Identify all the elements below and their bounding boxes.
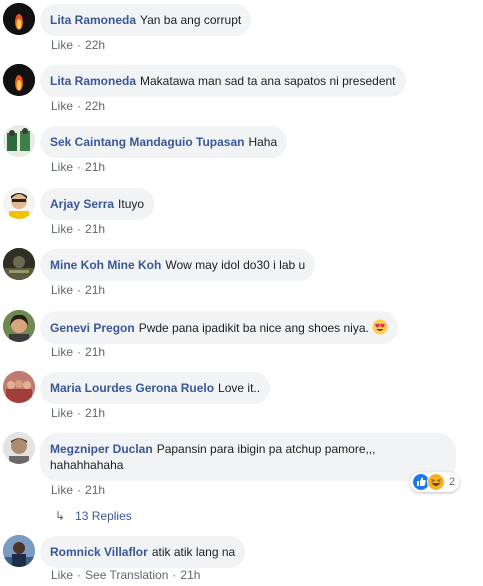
comment-time[interactable]: 21h: [180, 568, 200, 582]
comment-meta: Like · 22h: [51, 38, 106, 52]
reply-arrow-icon: ↳: [55, 509, 66, 523]
comment-meta: Like · 21h: [51, 160, 106, 174]
like-link[interactable]: Like: [51, 483, 73, 497]
replies-count[interactable]: 13 Replies: [75, 509, 132, 523]
avatar[interactable]: [3, 535, 35, 567]
comment-time[interactable]: 22h: [85, 99, 105, 113]
like-link[interactable]: Like: [51, 568, 73, 582]
comment-author[interactable]: Lita Ramoneda: [50, 13, 136, 27]
comment-author[interactable]: Lita Ramoneda: [50, 74, 136, 88]
comment-bubble: Arjay Serra Ituyo: [40, 188, 155, 220]
like-link[interactable]: Like: [51, 283, 73, 297]
comment-bubble: Megzniper Duclan Papansin para ibigin pa …: [40, 433, 456, 481]
avatar[interactable]: [3, 310, 35, 342]
comment-author[interactable]: Megzniper Duclan: [50, 442, 153, 456]
comment-time[interactable]: 21h: [85, 222, 105, 236]
comment-author[interactable]: Romnick Villaflor: [50, 545, 148, 559]
see-translation-link[interactable]: See Translation: [85, 568, 168, 582]
comment-meta: Like · 21h: [51, 222, 106, 236]
comment-text: Wow may idol do30 i lab u: [165, 258, 306, 272]
comment-text: Haha: [248, 135, 278, 149]
comment-author[interactable]: Mine Koh Mine Koh: [50, 258, 161, 272]
comment-bubble: Romnick Villaflor atik atik lang na: [40, 536, 246, 568]
comment-text: Ituyo: [118, 197, 145, 211]
comment-text: Yan ba ang corrupt: [140, 13, 242, 27]
comment-time[interactable]: 22h: [85, 38, 105, 52]
heart-eyes-emoji-icon: [372, 319, 388, 335]
comment-bubble: Maria Lourdes Gerona Ruelo Love it..: [40, 372, 271, 404]
avatar[interactable]: [3, 432, 35, 464]
comment-meta: Like · 21h: [51, 345, 106, 359]
like-link[interactable]: Like: [51, 222, 73, 236]
avatar[interactable]: [3, 125, 35, 157]
comment-meta: Like · 21h: [51, 283, 106, 297]
comment-text: Makatawa man sad ta ana sapatos ni prese…: [140, 74, 396, 88]
comment-meta: Like · See Translation · 21h: [51, 568, 201, 582]
like-link[interactable]: Like: [51, 406, 73, 420]
avatar[interactable]: [3, 3, 35, 35]
comment-meta: Like · 22h: [51, 99, 106, 113]
like-link[interactable]: Like: [51, 345, 73, 359]
comment-time[interactable]: 21h: [85, 160, 105, 174]
comment-bubble: Sek Caintang Mandaguio Tupasan Haha: [40, 126, 288, 158]
avatar[interactable]: [3, 187, 35, 219]
comment-author[interactable]: Arjay Serra: [50, 197, 114, 211]
haha-reaction-icon: [427, 473, 445, 491]
comment-bubble: Lita Ramoneda Yan ba ang corrupt: [40, 4, 252, 36]
comment-bubble: Mine Koh Mine Koh Wow may idol do30 i lab…: [40, 249, 316, 281]
comment-author[interactable]: Maria Lourdes Gerona Ruelo: [50, 381, 214, 395]
view-replies-link[interactable]: ↳ 13 Replies: [55, 509, 132, 523]
comment-meta: Like · 21h: [51, 406, 106, 420]
comment-time[interactable]: 21h: [85, 283, 105, 297]
like-link[interactable]: Like: [51, 160, 73, 174]
comment-text: atik atik lang na: [151, 545, 236, 559]
comment-time[interactable]: 21h: [85, 483, 105, 497]
comment-bubble: Genevi Pregon Pwde pana ipadikit ba nice …: [40, 311, 398, 344]
comment-time[interactable]: 21h: [85, 345, 105, 359]
comment-author[interactable]: Genevi Pregon: [50, 321, 135, 335]
like-link[interactable]: Like: [51, 99, 73, 113]
like-link[interactable]: Like: [51, 38, 73, 52]
reaction-count[interactable]: 2: [449, 476, 455, 488]
avatar[interactable]: [3, 371, 35, 403]
comment-meta: Like · 21h: [51, 483, 106, 497]
comment-bubble: Lita Ramoneda Makatawa man sad ta ana sap…: [40, 65, 406, 97]
comment-time[interactable]: 21h: [85, 406, 105, 420]
reaction-summary[interactable]: 2: [410, 472, 460, 492]
avatar[interactable]: [3, 64, 35, 96]
comment-author[interactable]: Sek Caintang Mandaguio Tupasan: [50, 135, 244, 149]
avatar[interactable]: [3, 248, 35, 280]
comment-text: Pwde pana ipadikit ba nice ang shoes niy…: [138, 321, 369, 335]
comment-text: Love it..: [218, 381, 261, 395]
